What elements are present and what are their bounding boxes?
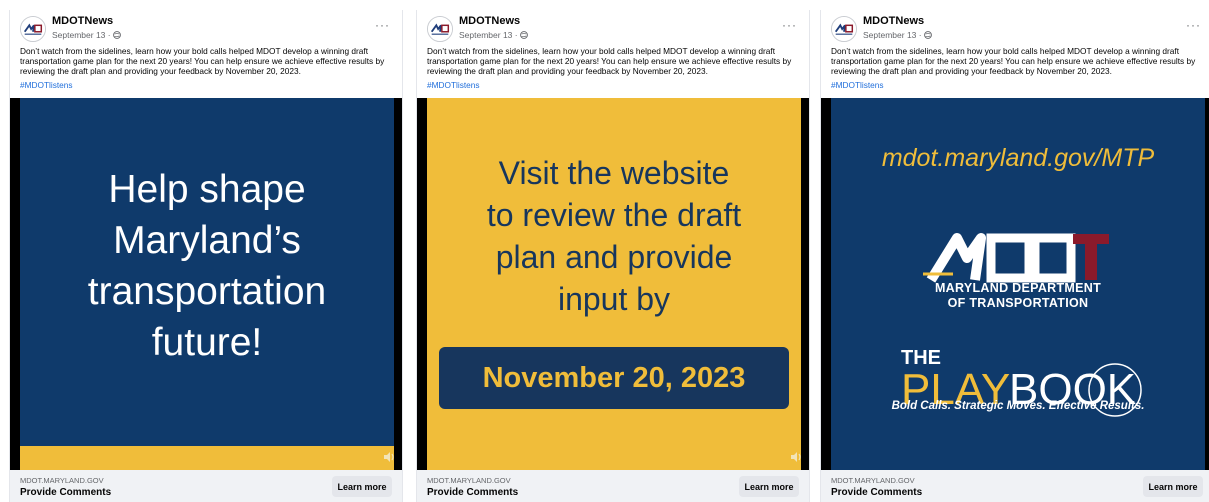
department-line: MARYLAND DEPARTMENT [934, 281, 1102, 295]
deadline-date-box: November 20, 2023 [439, 347, 789, 409]
globe-icon [923, 31, 932, 39]
link-title[interactable]: Provide Comments [427, 487, 518, 498]
creative-headline: Visit the website to review the draft pl… [427, 152, 801, 320]
post-date-text[interactable]: September 13 · [459, 30, 518, 40]
post-date: September 13 · [459, 30, 528, 40]
ad-post-1: MDOTNews September 13 · ··· Don’t watch … [9, 10, 403, 502]
learn-more-button[interactable]: Learn more [739, 476, 799, 497]
department-name: MARYLAND DEPARTMENT OF TRANSPORTATION [831, 281, 1205, 311]
page-name[interactable]: MDOTNews [459, 15, 520, 27]
link-title[interactable]: Provide Comments [20, 487, 111, 498]
post-text: Don’t watch from the sidelines, learn ho… [427, 46, 792, 76]
ad-media[interactable]: Visit the website to review the draft pl… [417, 98, 809, 470]
headline-line: input by [557, 281, 671, 317]
globe-icon [519, 31, 528, 39]
post-header: MDOTNews September 13 · ··· Don’t watch … [10, 10, 402, 98]
headline-line: Help shape [108, 168, 306, 211]
headline-line: transportation [87, 270, 327, 313]
ad-post-3: MDOTNews September 13 · ··· Don’t watch … [820, 10, 1209, 502]
headline-line: Maryland’s [113, 219, 301, 262]
post-text: Don’t watch from the sidelines, learn ho… [20, 46, 385, 76]
mdot-wordmark-logo [923, 233, 1109, 283]
creative-image[interactable]: mdot.maryland.gov/MTP MARYLAND DEPARTMEN… [831, 98, 1205, 470]
post-text: Don’t watch from the sidelines, learn ho… [831, 46, 1196, 76]
ad-footer[interactable]: MDOT.MARYLAND.GOV Provide Comments Learn… [10, 470, 402, 502]
link-domain: MDOT.MARYLAND.GOV [20, 476, 104, 485]
headline-line: future! [151, 321, 263, 364]
playbook-logo: THE PLAY BOOK [901, 347, 1142, 417]
more-icon[interactable]: ··· [375, 18, 390, 32]
post-header: MDOTNews September 13 · ··· Don’t watch … [821, 10, 1209, 98]
more-icon[interactable]: ··· [782, 18, 797, 32]
speaker-icon[interactable] [789, 450, 803, 464]
post-header: MDOTNews September 13 · ··· Don’t watch … [417, 10, 809, 98]
more-icon[interactable]: ··· [1186, 18, 1201, 32]
post-date: September 13 · [52, 30, 121, 40]
page-name[interactable]: MDOTNews [52, 15, 113, 27]
ad-footer[interactable]: MDOT.MARYLAND.GOV Provide Comments Learn… [417, 470, 809, 502]
post-date: September 13 · [863, 30, 932, 40]
hashtag-link[interactable]: #MDOTlistens [831, 80, 884, 90]
headline-line: to review the draft [486, 197, 742, 233]
ad-media[interactable]: Help shape Maryland’s transportation fut… [10, 98, 402, 470]
link-title[interactable]: Provide Comments [831, 487, 922, 498]
ad-footer[interactable]: MDOT.MARYLAND.GOV Provide Comments Learn… [821, 470, 1209, 502]
page-name[interactable]: MDOTNews [863, 15, 924, 27]
mdot-logo-icon[interactable] [427, 16, 453, 42]
ad-post-2: MDOTNews September 13 · ··· Don’t watch … [416, 10, 810, 502]
mdot-logo-icon[interactable] [831, 16, 857, 42]
mdot-logo-icon[interactable] [20, 16, 46, 42]
creative-image[interactable]: Help shape Maryland’s transportation fut… [20, 98, 394, 470]
headline-line: plan and provide [495, 239, 733, 275]
creative-url: mdot.maryland.gov/MTP [881, 144, 1155, 172]
learn-more-button[interactable]: Learn more [1143, 476, 1203, 497]
creative-image[interactable]: Visit the website to review the draft pl… [427, 98, 801, 470]
hashtag-link[interactable]: #MDOTlistens [20, 80, 73, 90]
speaker-icon[interactable] [382, 450, 396, 464]
department-line: OF TRANSPORTATION [947, 296, 1089, 310]
link-domain: MDOT.MARYLAND.GOV [831, 476, 915, 485]
playbook-tagline: Bold Calls. Strategic Moves. Effective R… [891, 400, 1145, 412]
ad-media[interactable]: mdot.maryland.gov/MTP MARYLAND DEPARTMEN… [821, 98, 1209, 470]
learn-more-button[interactable]: Learn more [332, 476, 392, 497]
post-date-text[interactable]: September 13 · [52, 30, 111, 40]
gold-band [20, 446, 394, 470]
link-domain: MDOT.MARYLAND.GOV [427, 476, 511, 485]
hashtag-link[interactable]: #MDOTlistens [427, 80, 480, 90]
creative-headline: Help shape Maryland’s transportation fut… [20, 164, 394, 368]
post-date-text[interactable]: September 13 · [863, 30, 922, 40]
globe-icon [112, 31, 121, 39]
headline-line: Visit the website [498, 155, 730, 191]
